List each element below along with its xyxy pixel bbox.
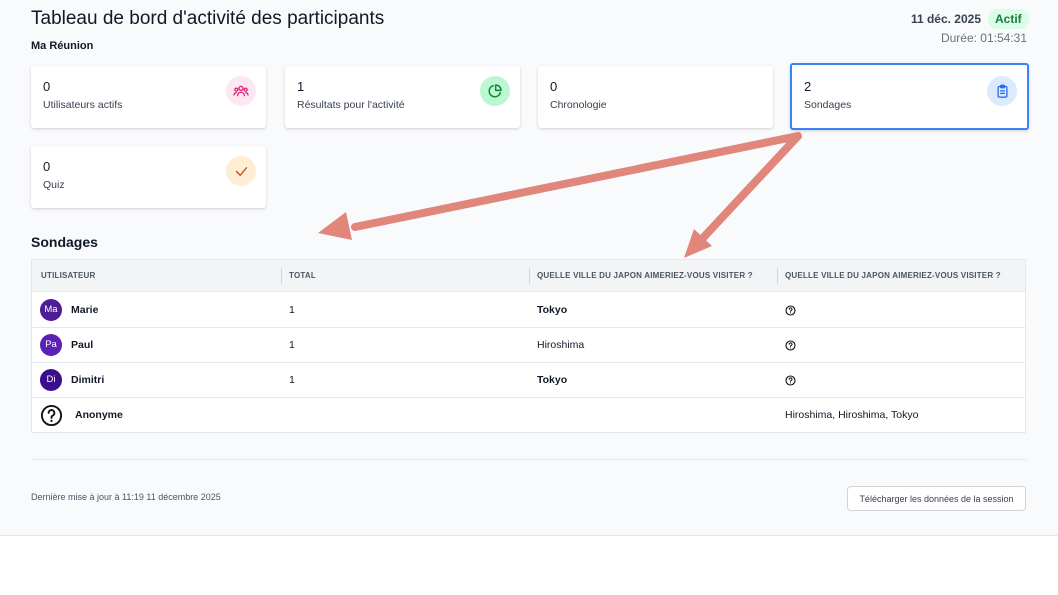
card-value: 2 — [804, 79, 812, 94]
card-label: Résultats pour l'activité — [297, 99, 405, 111]
card-label: Chronologie — [550, 99, 607, 111]
anonymous-question-icon — [40, 404, 63, 427]
help-icon — [785, 375, 796, 386]
column-divider — [529, 268, 530, 284]
users-icon — [226, 76, 256, 106]
check-icon — [226, 156, 256, 186]
page-title: Tableau de bord d'activité des participa… — [31, 8, 385, 29]
table-header: UTILISATEUR TOTAL QUELLE VILLE DU JAPON … — [32, 260, 1025, 292]
card-activity-results[interactable]: 1 Résultats pour l'activité — [285, 66, 520, 128]
total-cell: 1 — [289, 339, 295, 351]
table-row: Ma Marie 1 Tokyo — [32, 293, 1025, 328]
polls-section-title: Sondages — [31, 234, 98, 250]
avatar: Pa — [40, 334, 62, 356]
card-active-users[interactable]: 0 Utilisateurs actifs — [31, 66, 266, 128]
card-label: Utilisateurs actifs — [43, 99, 123, 111]
avatar: Ma — [40, 299, 62, 321]
column-divider — [777, 268, 778, 284]
help-icon — [785, 340, 796, 351]
card-value: 0 — [43, 79, 51, 94]
user-name: Dimitri — [71, 374, 105, 386]
meeting-name: Ma Réunion — [31, 40, 94, 52]
polls-table: UTILISATEUR TOTAL QUELLE VILLE DU JAPON … — [31, 259, 1026, 433]
answer-cell: Hiroshima, Hiroshima, Tokyo — [785, 409, 919, 421]
card-value: 0 — [550, 79, 558, 94]
session-duration: Durée: 01:54:31 — [940, 31, 1027, 45]
card-label: Quiz — [43, 179, 65, 191]
card-label: Sondages — [804, 99, 852, 111]
total-cell: 1 — [289, 304, 295, 316]
help-icon — [785, 305, 796, 316]
column-divider — [281, 268, 282, 284]
card-value: 1 — [297, 79, 305, 94]
table-row: Di Dimitri 1 Tokyo — [32, 363, 1025, 398]
status-badge: Actif — [988, 9, 1029, 29]
column-header-question-2[interactable]: QUELLE VILLE DU JAPON AIMERIEZ-VOUS VISI… — [785, 260, 1001, 292]
total-cell: 1 — [289, 374, 295, 386]
user-name: Paul — [71, 339, 94, 351]
card-value: 0 — [43, 159, 51, 174]
column-header-total[interactable]: TOTAL — [289, 260, 316, 292]
answer-cell: Tokyo — [537, 374, 568, 386]
answer-cell: Tokyo — [537, 304, 568, 316]
card-timeline[interactable]: 0 Chronologie — [538, 66, 773, 128]
last-updated-text: Dernière mise à jour à 11:19 11 décembre… — [31, 492, 221, 502]
column-header-question-1[interactable]: QUELLE VILLE DU JAPON AIMERIEZ-VOUS VISI… — [537, 260, 753, 292]
user-name: Marie — [71, 304, 99, 316]
pie-chart-icon — [480, 76, 510, 106]
table-row: Pa Paul 1 Hiroshima — [32, 328, 1025, 363]
session-date: 11 déc. 2025 — [910, 12, 981, 26]
dashboard-panel: Tableau de bord d'activité des participa… — [0, 0, 1058, 536]
download-session-data-button[interactable]: Télécharger les données de la session — [847, 486, 1026, 511]
card-polls[interactable]: 2 Sondages — [790, 63, 1029, 130]
footer-divider — [31, 459, 1026, 460]
table-row: Anonyme Hiroshima, Hiroshima, Tokyo — [32, 398, 1025, 433]
column-header-user[interactable]: UTILISATEUR — [41, 260, 96, 292]
avatar: Di — [40, 369, 62, 391]
answer-cell: Hiroshima — [537, 339, 585, 351]
user-name: Anonyme — [75, 409, 123, 421]
clipboard-icon — [987, 76, 1017, 106]
card-quiz[interactable]: 0 Quiz — [31, 146, 266, 208]
